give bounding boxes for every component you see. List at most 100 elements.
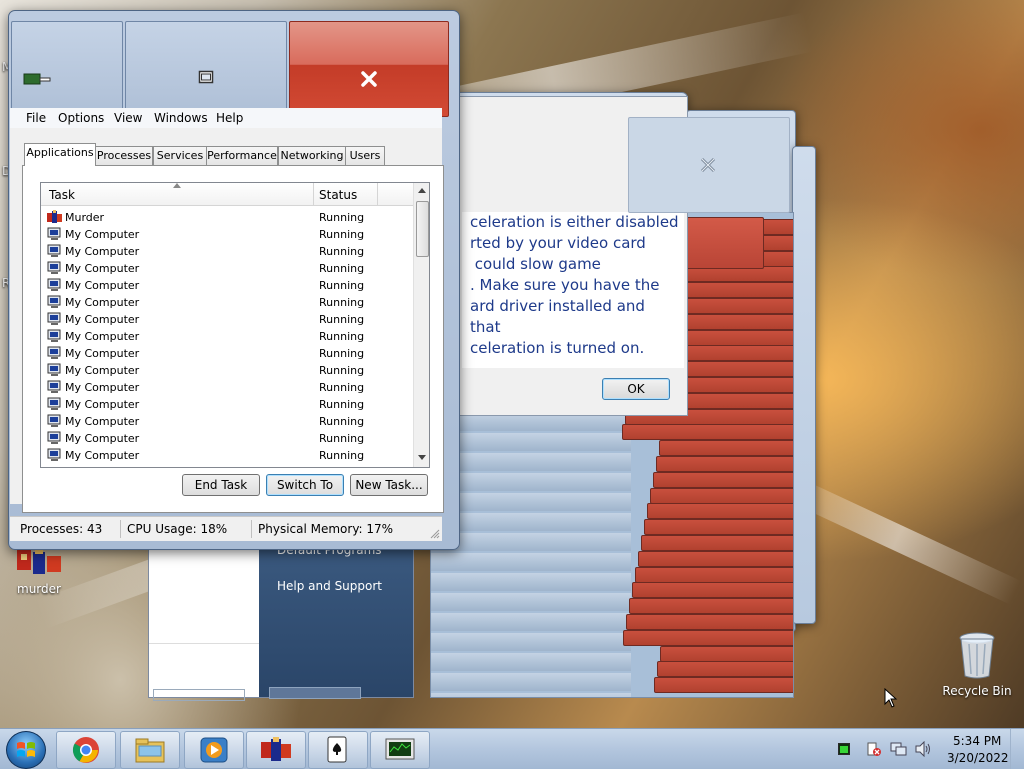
column-header-status[interactable]: Status xyxy=(319,188,357,202)
task-row[interactable]: Murder Running xyxy=(41,209,413,226)
playing-card[interactable] xyxy=(638,550,793,567)
task-row[interactable]: My Computer Running xyxy=(41,277,413,294)
playing-card[interactable] xyxy=(654,677,793,694)
task-row[interactable]: My Computer Running xyxy=(41,362,413,379)
end-task-button[interactable]: End Task xyxy=(182,474,260,496)
shutdown-button-fragment[interactable] xyxy=(269,687,361,699)
task-row[interactable]: My Computer Running xyxy=(41,260,413,277)
task-row[interactable]: My Computer Running xyxy=(41,328,413,345)
menu-options[interactable]: Options xyxy=(58,111,104,125)
start-button[interactable] xyxy=(6,731,46,769)
task-row[interactable]: My Computer Running xyxy=(41,413,413,430)
status-divider xyxy=(120,520,121,538)
show-desktop-button[interactable] xyxy=(1010,729,1024,769)
desktop-icon-recycle-bin[interactable]: Recycle Bin xyxy=(940,630,1014,698)
task-name: My Computer xyxy=(65,381,140,394)
scroll-down-icon[interactable] xyxy=(418,455,426,460)
playing-card[interactable] xyxy=(629,598,793,615)
clock-time[interactable]: 5:34 PM xyxy=(953,734,1001,748)
playing-card[interactable] xyxy=(622,424,793,441)
tab-applications[interactable]: Applications xyxy=(24,143,96,166)
taskbar-chrome[interactable] xyxy=(56,731,116,769)
scroll-up-icon[interactable] xyxy=(418,188,426,193)
dialog-close-button[interactable] xyxy=(628,117,790,213)
task-list-scrollbar[interactable] xyxy=(413,183,429,467)
task-name: My Computer xyxy=(65,432,140,445)
task-row[interactable]: My Computer Running xyxy=(41,430,413,447)
menu-windows[interactable]: Windows xyxy=(154,111,208,125)
tab-users[interactable]: Users xyxy=(345,146,385,166)
playing-card[interactable] xyxy=(626,614,793,630)
playing-card[interactable] xyxy=(659,440,793,457)
taskbar-murder[interactable] xyxy=(246,731,306,769)
task-name: My Computer xyxy=(65,347,140,360)
playing-card[interactable] xyxy=(647,503,793,520)
playing-card[interactable] xyxy=(632,582,793,599)
playing-card[interactable] xyxy=(650,487,793,504)
start-menu-item-help-support[interactable]: Help and Support xyxy=(277,579,382,593)
menu-view[interactable]: View xyxy=(114,111,142,125)
playing-card[interactable] xyxy=(657,661,793,678)
status-divider xyxy=(251,520,252,538)
tab-networking[interactable]: Networking xyxy=(278,146,346,166)
task-row[interactable]: My Computer Running xyxy=(41,345,413,362)
start-menu-right-pane xyxy=(259,539,413,697)
new-task-button[interactable]: New Task... xyxy=(350,474,428,496)
switch-to-button[interactable]: Switch To xyxy=(266,474,344,496)
tab-services[interactable]: Services xyxy=(153,146,207,166)
task-row[interactable]: My Computer Running xyxy=(41,311,413,328)
playing-card[interactable] xyxy=(660,645,793,662)
playing-card[interactable] xyxy=(623,629,793,646)
taskbar-media-player[interactable] xyxy=(184,731,244,769)
column-separator[interactable] xyxy=(377,183,378,205)
tab-processes[interactable]: Processes xyxy=(95,146,153,166)
cpu-meter-icon[interactable] xyxy=(838,743,850,755)
desktop-icon-label: Recycle Bin xyxy=(942,684,1012,698)
felt-stripe xyxy=(431,433,631,451)
menu-help[interactable]: Help xyxy=(216,111,243,125)
task-row[interactable]: My Computer Running xyxy=(41,447,413,464)
task-row[interactable]: My Computer Running xyxy=(41,396,413,413)
taskbar-task-manager[interactable] xyxy=(370,731,430,769)
chrome-icon xyxy=(72,737,99,763)
clock-date[interactable]: 3/20/2022 xyxy=(947,751,1009,765)
scrollbar-thumb[interactable] xyxy=(416,201,429,257)
task-status: Running xyxy=(319,228,365,241)
playing-card[interactable] xyxy=(644,519,793,536)
network-icon[interactable] xyxy=(890,741,908,757)
resize-grip-icon[interactable] xyxy=(430,529,440,539)
task-name: My Computer xyxy=(65,449,140,462)
playing-card[interactable] xyxy=(653,471,793,488)
maximize-button[interactable] xyxy=(125,21,287,117)
computer-icon xyxy=(47,397,61,411)
desktop-icon-murder[interactable]: murder xyxy=(4,546,74,596)
close-button[interactable] xyxy=(289,21,449,117)
computer-icon xyxy=(47,431,61,445)
tab-performance[interactable]: Performance xyxy=(206,146,278,166)
task-row[interactable]: My Computer Running xyxy=(41,294,413,311)
playing-card[interactable] xyxy=(641,535,793,551)
task-name: My Computer xyxy=(65,245,140,258)
computer-icon xyxy=(47,363,61,377)
column-header-task[interactable]: Task xyxy=(49,188,75,202)
taskbar-explorer[interactable] xyxy=(120,731,180,769)
volume-icon[interactable] xyxy=(914,741,932,757)
playing-card[interactable] xyxy=(635,566,793,583)
column-separator[interactable] xyxy=(313,183,314,205)
playing-card[interactable] xyxy=(686,217,764,269)
action-center-icon[interactable] xyxy=(866,741,882,757)
taskbar: 5:34 PM 3/20/2022 xyxy=(0,728,1024,769)
menu-file[interactable]: File xyxy=(26,111,46,125)
task-manager-app-icon xyxy=(23,73,51,85)
computer-icon xyxy=(47,278,61,292)
task-row[interactable]: My Computer Running xyxy=(41,226,413,243)
playing-card[interactable] xyxy=(656,456,793,472)
taskbar-solitaire[interactable] xyxy=(308,731,368,769)
minimize-button[interactable] xyxy=(11,21,123,117)
task-row[interactable]: My Computer Running xyxy=(41,243,413,260)
recycle-bin-icon xyxy=(957,630,997,680)
task-status: Running xyxy=(319,279,365,292)
task-row[interactable]: My Computer Running xyxy=(41,379,413,396)
task-name: My Computer xyxy=(65,313,140,326)
ok-button[interactable]: OK xyxy=(602,378,670,400)
